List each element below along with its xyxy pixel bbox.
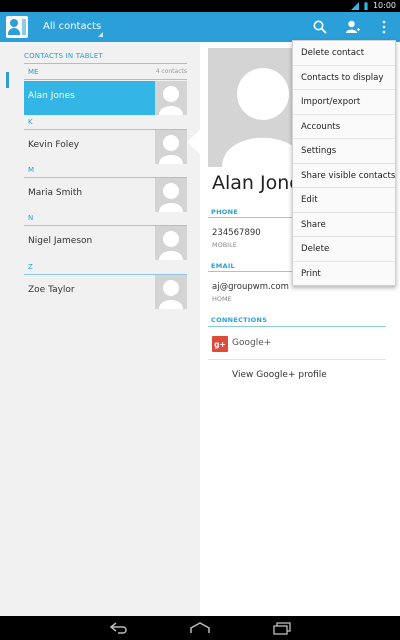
overflow-menu-icon[interactable] [375,18,393,36]
google-plus-label: Google+ [232,338,272,348]
section-header-me: ME 4 contacts [24,66,187,80]
avatar [155,226,187,260]
divider [208,359,386,360]
contact-name: Alan Jones [28,91,75,101]
view-google-plus-profile-link[interactable]: View Google+ profile [232,370,327,380]
section-letter: Z [28,263,33,271]
list-header: CONTACTS IN TABLET [24,52,103,60]
section-letter: N [28,214,34,222]
avatar [155,81,187,115]
signal-icon [350,2,359,10]
status-bar: 10:00 [0,0,400,12]
menu-item-settings[interactable]: Settings [293,139,395,164]
section-header-k: K [24,116,187,130]
connections-section-label: CONNECTIONS [211,316,268,324]
section-header-z: Z [24,261,187,275]
contact-name: Kevin Foley [28,140,80,150]
back-icon[interactable] [107,620,131,636]
action-bar: All contacts [0,12,400,42]
status-icons: 10:00 [350,0,396,12]
contact-row-zoe-taylor[interactable]: Zoe Taylor [24,275,187,309]
screen: 10:00 All contacts CONTACTS IN TABLET ME… [0,0,400,640]
menu-item-delete[interactable]: Delete [293,237,395,262]
menu-item-print[interactable]: Print [293,262,395,287]
email-section-label: EMAIL [211,262,235,270]
menu-item-delete-contact[interactable]: Delete contact [293,41,395,66]
section-letter: K [28,118,33,126]
contacts-filter-dropdown[interactable]: All contacts [43,19,101,35]
recent-apps-icon[interactable] [270,620,294,636]
divider [24,63,187,64]
contact-row-kevin-foley[interactable]: Kevin Foley [24,130,187,164]
contact-name-title: Alan Jone [212,172,301,194]
email-address[interactable]: aj@groupwm.com [212,282,289,292]
add-contact-icon[interactable] [344,18,362,36]
dropdown-indicator-icon [98,32,103,37]
menu-item-accounts[interactable]: Accounts [293,115,395,139]
menu-item-share[interactable]: Share [293,213,395,237]
section-header-m: M [24,164,187,178]
overflow-menu: Delete contact Contacts to display Impor… [292,40,396,286]
contact-name: Zoe Taylor [28,285,75,295]
search-icon[interactable] [311,18,329,36]
divider [208,326,386,327]
phone-section-label: PHONE [211,208,239,216]
battery-icon [364,2,368,10]
phone-type: MOBILE [212,241,237,249]
menu-item-share-visible-contacts[interactable]: Share visible contacts [293,164,395,188]
menu-item-edit[interactable]: Edit [293,188,395,213]
menu-item-contacts-to-display[interactable]: Contacts to display [293,66,395,90]
phone-number[interactable]: 234567890 [212,228,261,238]
contact-row-alan-jones[interactable]: Alan Jones [24,81,187,115]
home-icon[interactable] [188,620,212,636]
contact-row-nigel-jameson[interactable]: Nigel Jameson [24,226,187,260]
section-letter: M [28,166,35,174]
contacts-app-icon[interactable] [6,16,28,38]
section-header-n: N [24,212,187,226]
contact-row-maria-smith[interactable]: Maria Smith [24,178,187,212]
selection-arrow [187,130,200,154]
contact-name: Maria Smith [28,188,83,198]
avatar [155,130,187,164]
section-letter: ME [28,68,39,76]
google-plus-icon: g+ [212,336,228,352]
contact-name: Nigel Jameson [28,236,93,246]
scroll-indicator [6,72,9,88]
contacts-list-pane[interactable]: CONTACTS IN TABLET ME 4 contacts Alan Jo… [0,42,200,616]
avatar [155,275,187,309]
avatar [155,178,187,212]
contact-count: 4 contacts [155,68,187,75]
menu-item-import-export[interactable]: Import/export [293,90,395,115]
status-time: 10:00 [372,1,396,10]
navigation-bar [0,616,400,640]
email-type: HOME [212,295,232,303]
